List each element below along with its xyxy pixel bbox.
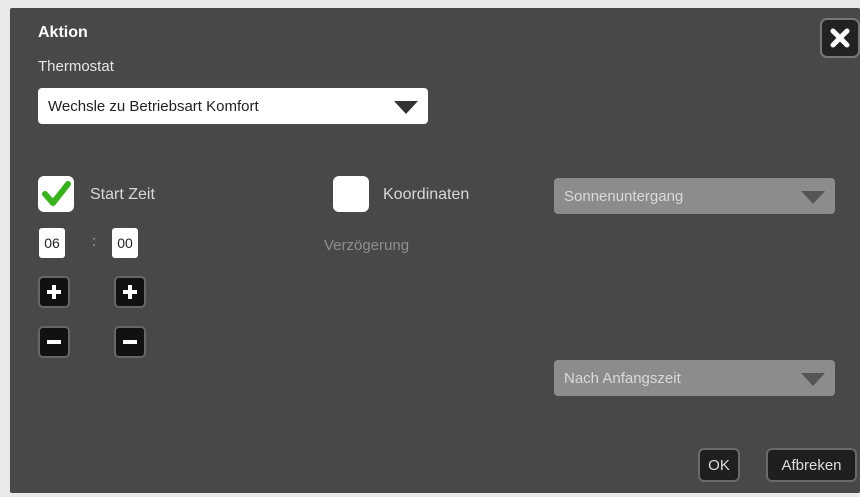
coordinates-label: Koordinaten [383,186,470,203]
minus-icon [123,340,137,344]
start-time-checkbox[interactable] [38,176,74,212]
chevron-down-icon [801,191,825,204]
sun-event-select[interactable]: Sonnenuntergang [554,178,835,214]
coordinates-checkbox[interactable] [333,176,369,212]
dialog-title: Aktion [38,24,88,41]
cancel-button[interactable]: Afbreken [766,448,857,482]
minus-icon [47,340,61,344]
delay-label: Verzögerung [324,237,410,254]
hour-decrement-button[interactable] [38,326,70,358]
action-select-value: Wechsle zu Betriebsart Komfort [48,97,259,115]
ok-button[interactable]: OK [698,448,740,482]
checkmark-icon [42,181,71,206]
hour-field[interactable]: 06 [39,228,65,258]
action-select[interactable]: Wechsle zu Betriebsart Komfort [38,88,428,124]
dialog-subtitle: Thermostat [38,58,114,75]
plus-icon [123,285,137,299]
chevron-down-icon [394,101,418,114]
action-dialog: Aktion Thermostat Wechsle zu Betriebsart… [10,8,860,493]
sun-event-select-value: Sonnenuntergang [564,187,684,205]
close-icon [830,28,850,48]
chevron-down-icon [801,373,825,386]
minute-field[interactable]: 00 [112,228,138,258]
hour-increment-button[interactable] [38,276,70,308]
after-select-value: Nach Anfangszeit [564,369,681,387]
minute-decrement-button[interactable] [114,326,146,358]
start-time-label: Start Zeit [90,186,155,203]
after-select[interactable]: Nach Anfangszeit [554,360,835,396]
time-separator: : [92,233,97,250]
minute-increment-button[interactable] [114,276,146,308]
close-button[interactable] [820,18,860,58]
plus-icon [47,285,61,299]
